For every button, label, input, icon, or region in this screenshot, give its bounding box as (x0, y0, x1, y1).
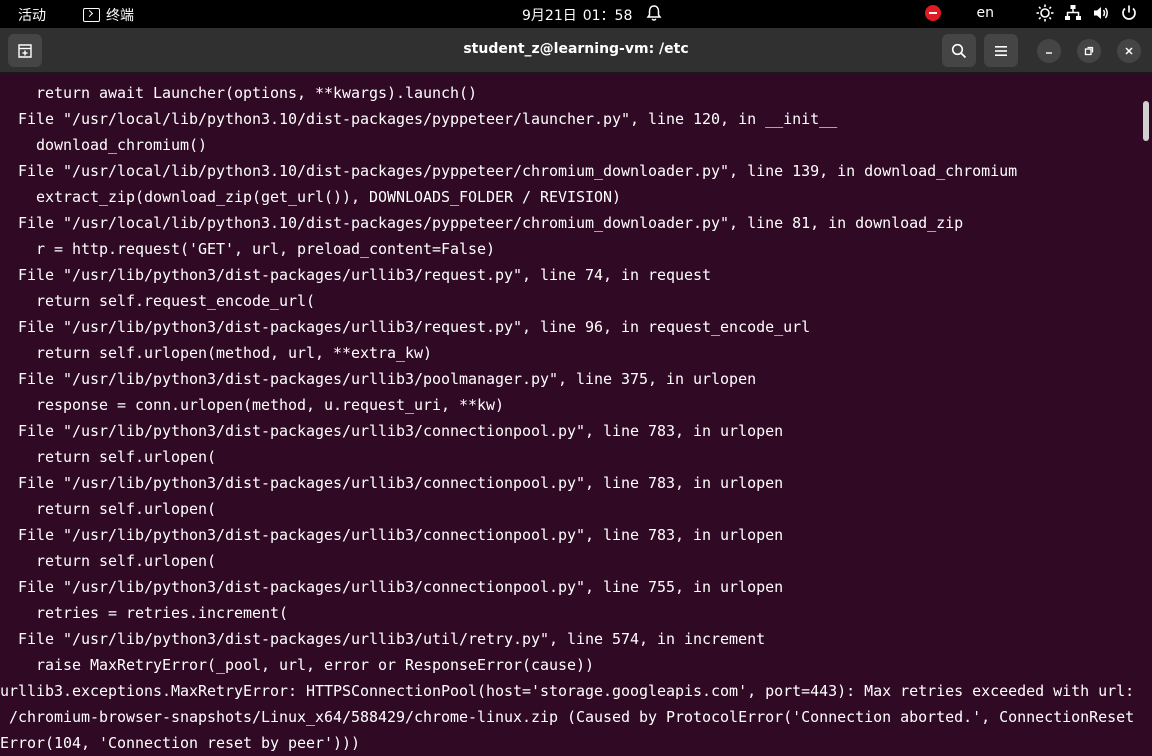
terminal-line: response = conn.urlopen(method, u.reques… (0, 396, 505, 414)
maximize-icon (1084, 46, 1094, 56)
terminal-line: return self.urlopen( (0, 448, 217, 466)
terminal-line: Error(104, 'Connection reset by peer'))) (0, 734, 361, 752)
volume-icon (1094, 7, 1108, 19)
terminal-line: return self.request_encode_url( (0, 292, 316, 310)
terminal-line: download_chromium() (0, 136, 208, 154)
terminal-headerbar: student_z@learning-vm: /etc (0, 28, 1152, 73)
terminal-line: return await Launcher(options, **kwargs)… (0, 84, 478, 102)
search-icon (951, 43, 967, 58)
terminal-line: /chromium-browser-snapshots/Linux_x64/58… (0, 708, 1135, 726)
menu-button[interactable] (984, 34, 1018, 67)
terminal-line: return self.urlopen(method, url, **extra… (0, 344, 433, 362)
activities-button[interactable]: 活动 (18, 5, 46, 25)
terminal-line: File "/usr/local/lib/python3.10/dist-pac… (0, 214, 964, 232)
maximize-button[interactable] (1077, 39, 1101, 63)
terminal-line: extract_zip(download_zip(get_url()), DOW… (0, 188, 622, 206)
terminal-line: File "/usr/lib/python3/dist-packages/url… (0, 318, 811, 336)
terminal-line: File "/usr/lib/python3/dist-packages/url… (0, 630, 766, 648)
terminal-output[interactable]: return await Launcher(options, **kwargs)… (0, 73, 1152, 756)
close-button[interactable] (1117, 39, 1141, 63)
app-name: 终端 (106, 8, 134, 24)
terminal-line: File "/usr/lib/python3/dist-packages/url… (0, 266, 712, 284)
terminal-line: r = http.request('GET', url, preload_con… (0, 240, 496, 258)
terminal-line: File "/usr/lib/python3/dist-packages/url… (0, 370, 757, 388)
top-bar: 活动 终端 9月21日 01：58 en (0, 0, 1152, 28)
scrollbar[interactable] (1143, 101, 1149, 141)
terminal-icon (83, 8, 100, 22)
minimize-button[interactable] (1037, 39, 1061, 63)
terminal-line: File "/usr/lib/python3/dist-packages/url… (0, 422, 784, 440)
network-icon (1065, 5, 1081, 20)
app-menu[interactable]: 终端 (83, 5, 134, 25)
do-not-disturb-icon[interactable] (924, 5, 941, 21)
status-tray[interactable]: en (924, 4, 1139, 22)
terminal-line: raise MaxRetryError(_pool, url, error or… (0, 656, 595, 674)
terminal-line: urllib3.exceptions.MaxRetryError: HTTPSC… (0, 682, 1135, 700)
terminal-line: return self.urlopen( (0, 500, 217, 518)
clock-time: 01：58 (582, 8, 633, 24)
terminal-line: retries = retries.increment( (0, 604, 289, 622)
clock-date: 9月21日 (522, 8, 577, 24)
terminal-line: File "/usr/lib/python3/dist-packages/url… (0, 474, 784, 492)
hamburger-menu-icon (995, 45, 1007, 56)
close-icon (1125, 47, 1133, 55)
brightness-icon (1036, 4, 1054, 22)
terminal-line: return self.urlopen( (0, 552, 217, 570)
terminal-line: File "/usr/lib/python3/dist-packages/url… (0, 578, 784, 596)
power-icon (1122, 5, 1136, 20)
clock[interactable]: 9月21日 01：58 (522, 5, 632, 25)
minimize-icon (1046, 52, 1052, 54)
terminal-line: File "/usr/lib/python3/dist-packages/url… (0, 526, 784, 544)
bell-icon[interactable] (646, 4, 662, 26)
search-button[interactable] (942, 34, 976, 67)
terminal-line: File "/usr/local/lib/python3.10/dist-pac… (0, 162, 1018, 180)
language-indicator[interactable]: en (977, 5, 995, 21)
window-title: student_z@learning-vm: /etc (463, 41, 689, 57)
terminal-line: File "/usr/local/lib/python3.10/dist-pac… (0, 110, 838, 128)
